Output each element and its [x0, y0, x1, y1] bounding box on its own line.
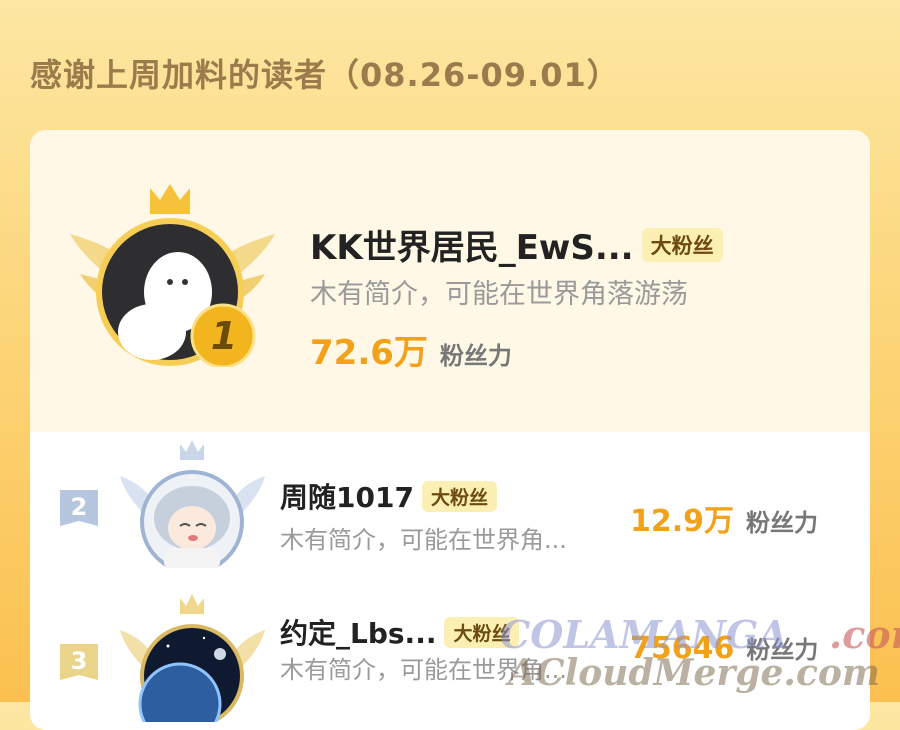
rank-1-name-row: KK世界居民_EwS... 大粉丝: [310, 220, 723, 269]
silver-crown-icon: [180, 440, 204, 460]
rank-1-number: 1: [210, 314, 238, 358]
watermark-line1: COLAMANGA .com: [500, 612, 900, 657]
rank-3-tag: 3: [60, 644, 98, 680]
watermark-line2: ACloudMerge.com: [508, 652, 880, 694]
rank-2-fans-value: 12.9万: [630, 504, 735, 539]
rank-1-entry[interactable]: 1 KK世界居民_EwS... 大粉丝 木有简介，可能在世界角落游荡 72.6万…: [30, 130, 870, 432]
rank-3-name[interactable]: 约定_Lbs...: [280, 612, 436, 652]
rank-3-name-row: 约定_Lbs... 大粉丝: [280, 612, 520, 652]
bronze-crown-icon: [180, 594, 204, 614]
rank-1-avatar-frame[interactable]: 1: [70, 182, 275, 369]
rank-3-avatar-frame[interactable]: [120, 594, 265, 730]
rank-1-desc: 木有简介，可能在世界角落游荡: [310, 279, 688, 310]
rank-2-badge: 大粉丝: [421, 480, 497, 512]
rank-2-name[interactable]: 周随1017: [280, 476, 414, 516]
rank-2-desc: 木有简介，可能在世界角...: [280, 526, 567, 554]
page-title: 感谢上周加料的读者（08.26-09.01）: [30, 56, 620, 94]
rank-2-fans-label: 粉丝力: [746, 509, 819, 537]
rank-2-name-row: 周随1017 大粉丝: [280, 476, 497, 516]
rank-2-avatar-frame[interactable]: [120, 440, 265, 574]
rank-1-fans: 72.6万 粉丝力: [310, 325, 512, 374]
rank-2-tag: 2: [60, 490, 98, 526]
watermark-colamanga: COLAMANGA: [500, 612, 788, 657]
rank-1-name[interactable]: KK世界居民_EwS...: [310, 220, 634, 269]
rank-1-fans-value: 72.6万: [310, 333, 428, 373]
rank-1-badge: 大粉丝: [641, 227, 723, 262]
rank-2-entry[interactable]: 2 周随1017 大粉丝 木有简介，可能在世界角... 12.9万 粉丝力: [30, 432, 870, 592]
watermark-suffix: .com: [829, 612, 900, 657]
rank-1-fans-label: 粉丝力: [439, 342, 512, 370]
crown-icon: [150, 184, 190, 214]
rank-2-fans: 12.9万 粉丝力: [630, 496, 818, 540]
anime-girl-avatar-icon: [154, 486, 230, 570]
